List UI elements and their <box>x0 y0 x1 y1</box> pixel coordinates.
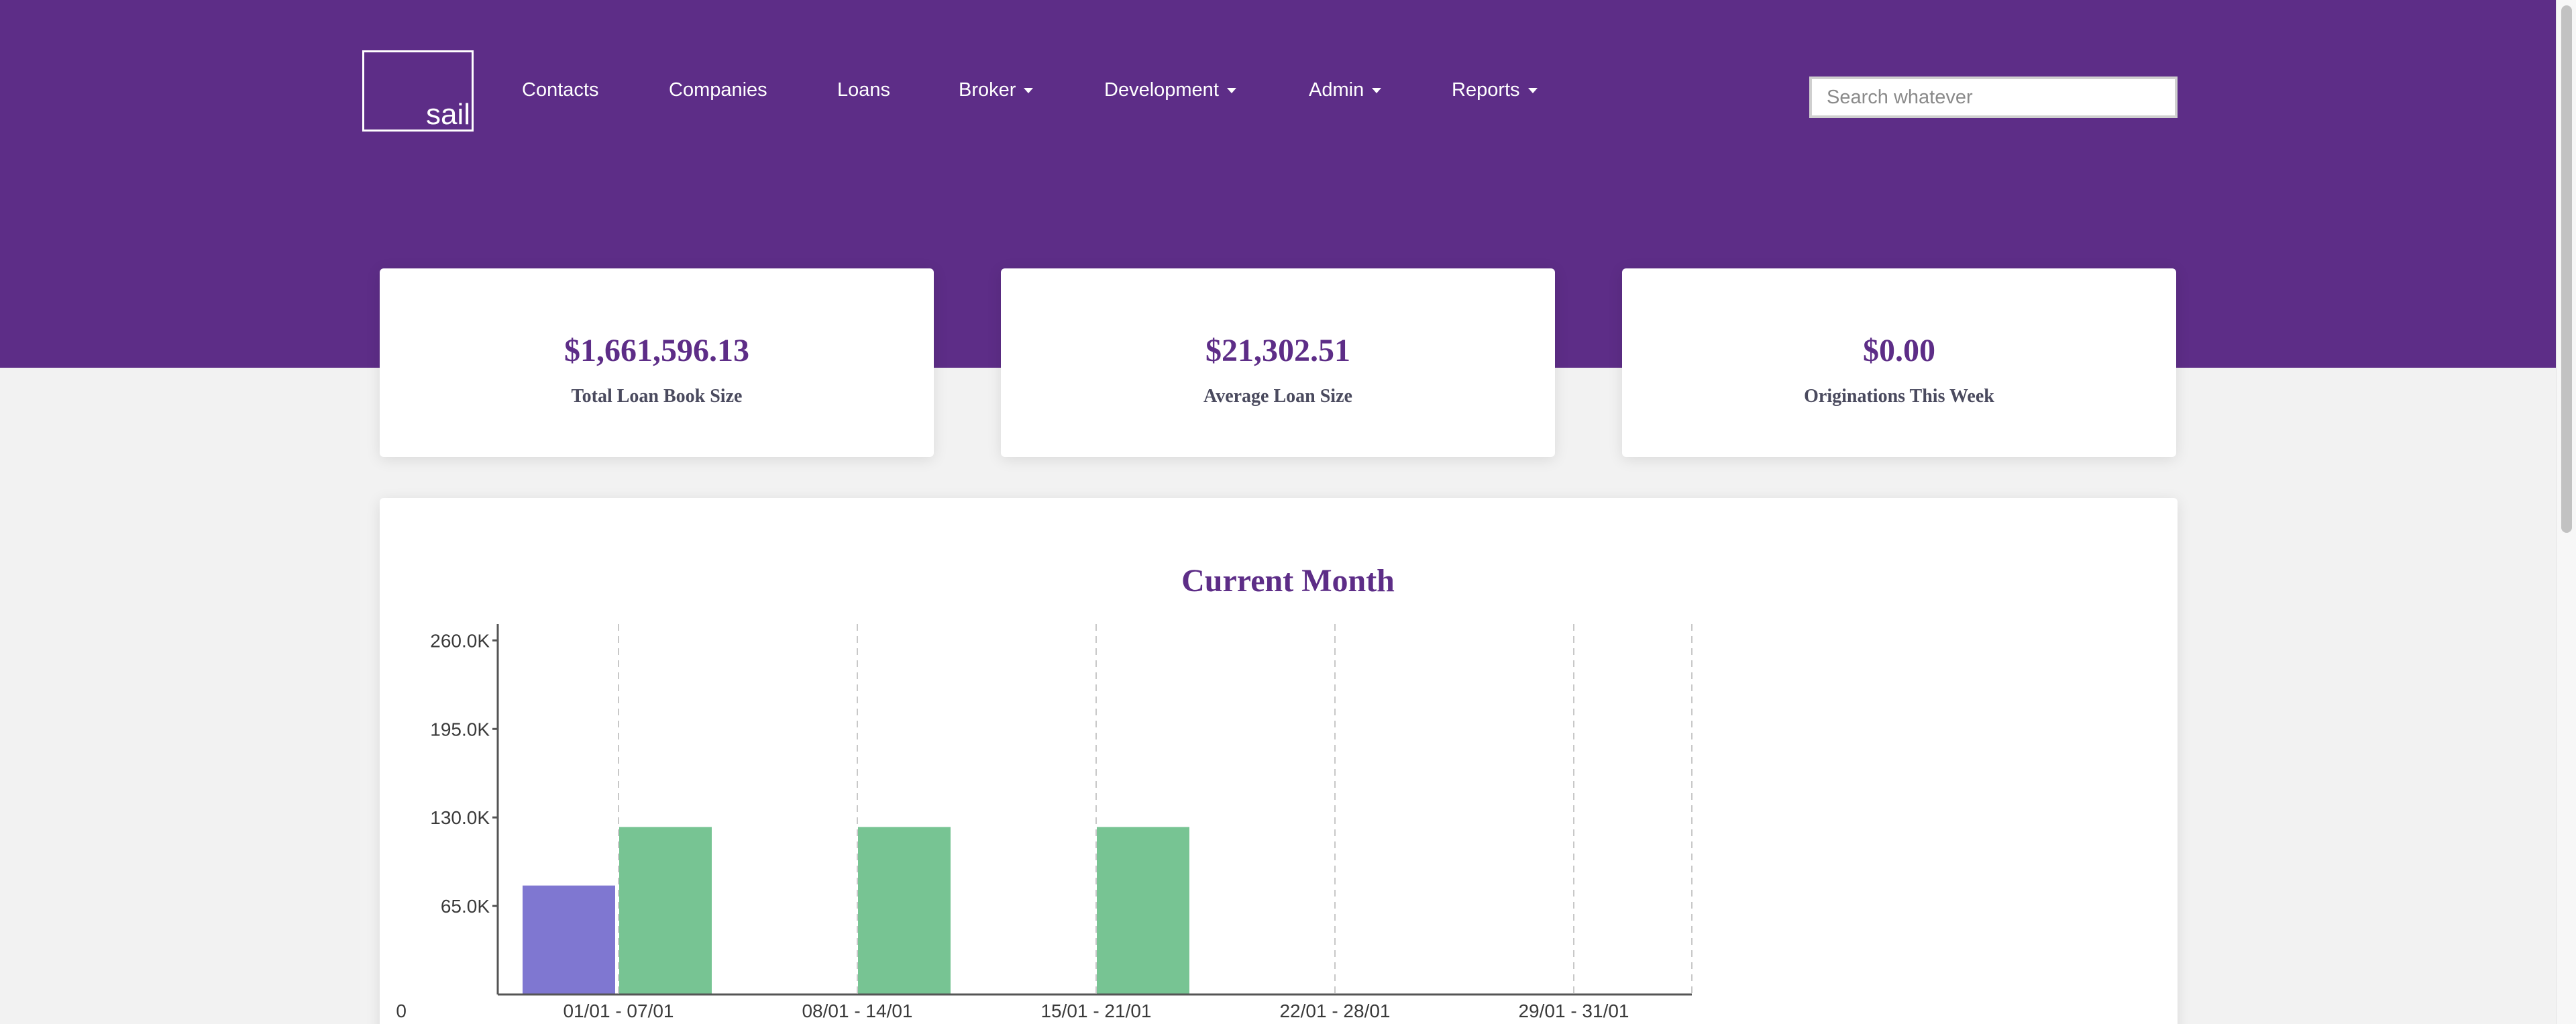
stat-value: $1,661,596.13 <box>564 333 749 368</box>
nav-broker-label: Broker <box>959 79 1016 101</box>
chevron-down-icon <box>1024 87 1034 93</box>
y-tick-label: 0 <box>396 1001 407 1021</box>
chevron-down-icon <box>1372 87 1382 93</box>
y-tick-label: 260.0K <box>430 630 490 651</box>
nav-broker[interactable]: Broker <box>959 79 1034 101</box>
stat-card-originations-week: $0.00 Originations This Week <box>1622 268 2176 457</box>
scrollbar-thumb[interactable] <box>2561 5 2572 533</box>
nav-admin[interactable]: Admin <box>1309 79 1382 101</box>
chevron-down-icon <box>1527 87 1538 93</box>
nav-admin-label: Admin <box>1309 79 1364 101</box>
search-input[interactable] <box>1809 76 2178 118</box>
chart-title: Current Month <box>1181 563 1395 599</box>
y-tick-label: 65.0K <box>441 896 490 917</box>
stat-value: $21,302.51 <box>1205 333 1350 368</box>
nav-loans[interactable]: Loans <box>837 79 890 101</box>
nav-development-label: Development <box>1104 79 1219 101</box>
nav-reports[interactable]: Reports <box>1452 79 1538 101</box>
bar <box>523 885 615 994</box>
stat-value: $0.00 <box>1863 333 1935 368</box>
nav-loans-label: Loans <box>837 79 891 101</box>
bar <box>858 827 951 994</box>
nav-companies[interactable]: Companies <box>669 79 767 101</box>
current-month-chart: 0 65.0K 130.0K 195.0K 260.0K 01/01 - 07/01 08/… <box>396 624 1693 1021</box>
x-tick-label: 01/01 - 07/01 <box>563 1001 674 1021</box>
sail-logo[interactable]: sail <box>362 50 474 132</box>
logo-text: sail <box>425 98 470 131</box>
nav-reports-label: Reports <box>1452 79 1520 101</box>
nav-companies-label: Companies <box>669 79 767 101</box>
x-tick-label: 29/01 - 31/01 <box>1518 1001 1629 1021</box>
stat-card-average-loan: $21,302.51 Average Loan Size <box>1001 268 1555 457</box>
bar <box>1097 827 1189 994</box>
x-tick-label: 08/01 - 14/01 <box>802 1001 912 1021</box>
nav-contacts-label: Contacts <box>522 79 599 101</box>
bar <box>619 827 712 994</box>
y-tick-label: 195.0K <box>430 719 490 739</box>
y-tick-label: 130.0K <box>430 807 490 828</box>
stat-label: Total Loan Book Size <box>571 386 743 407</box>
nav-contacts[interactable]: Contacts <box>522 79 598 101</box>
scrollbar[interactable] <box>2556 0 2576 1024</box>
chevron-down-icon <box>1226 87 1236 93</box>
x-tick-label: 22/01 - 28/01 <box>1279 1001 1390 1021</box>
nav-development[interactable]: Development <box>1104 79 1236 101</box>
stat-label: Average Loan Size <box>1203 386 1352 407</box>
stat-card-total-loan-book: $1,661,596.13 Total Loan Book Size <box>380 268 934 457</box>
x-tick-label: 15/01 - 21/01 <box>1040 1001 1151 1021</box>
stat-label: Originations This Week <box>1804 386 1994 407</box>
